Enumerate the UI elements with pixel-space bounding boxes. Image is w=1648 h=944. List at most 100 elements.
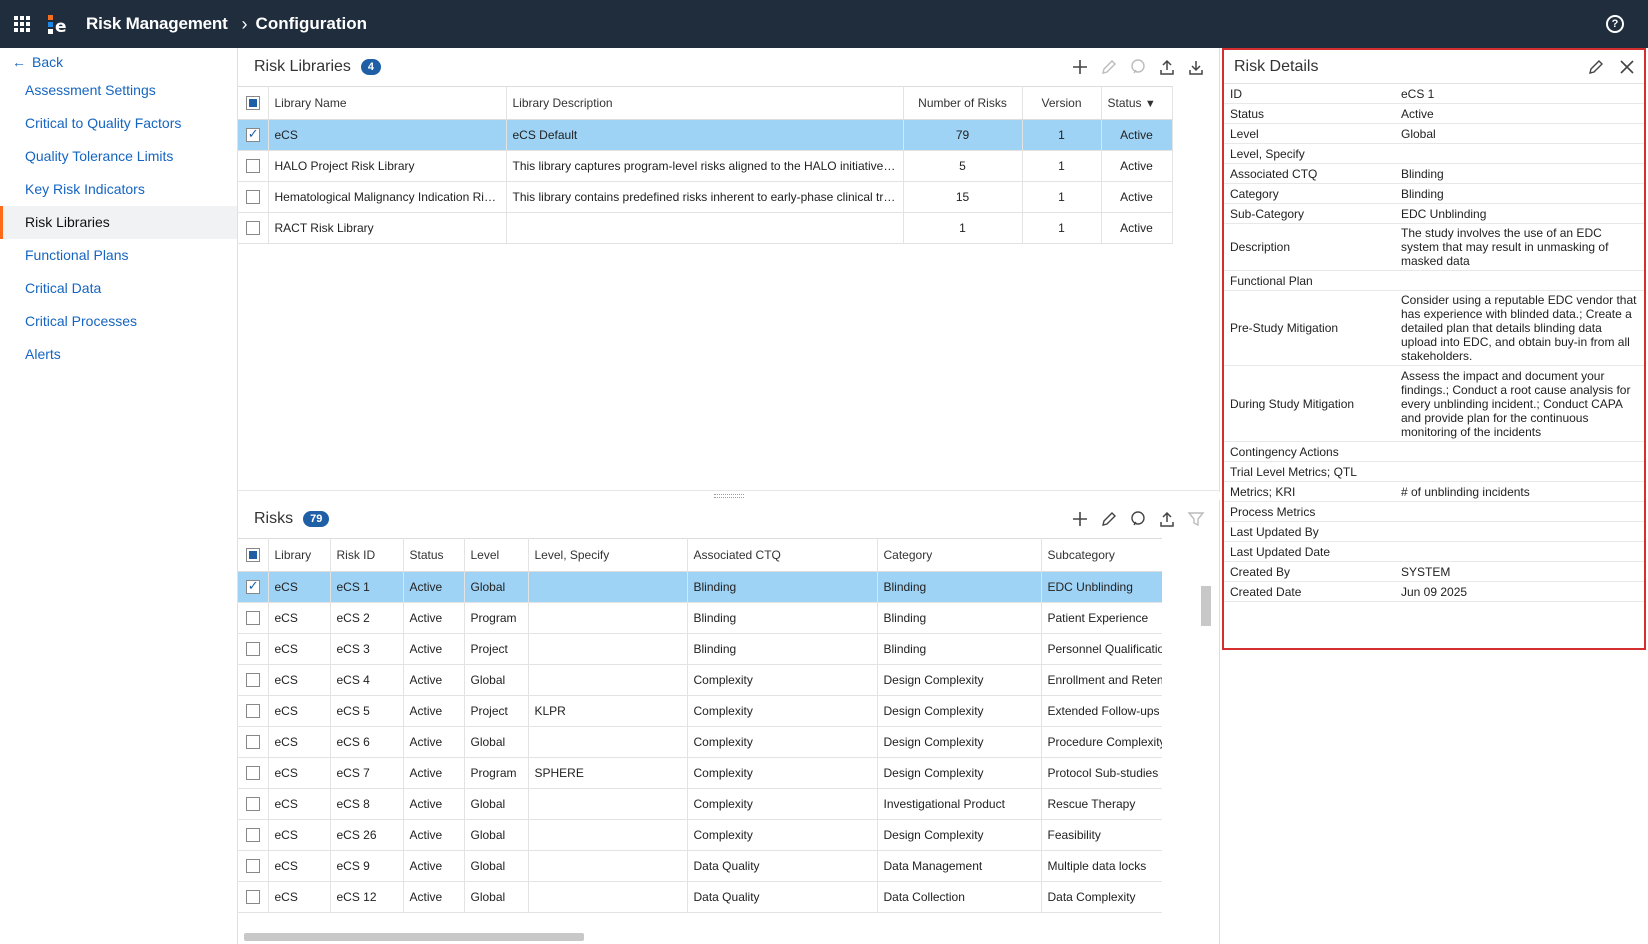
table-row[interactable]: eCS eCS 2 Active Program Blinding Blinding Pat… bbox=[238, 602, 1162, 634]
cell-level: Global bbox=[464, 819, 529, 851]
sidebar-item-assessment-settings[interactable]: Assessment Settings bbox=[0, 74, 237, 107]
select-all-checkbox[interactable] bbox=[238, 86, 269, 120]
cell-library: eCS bbox=[268, 695, 331, 727]
app-title[interactable]: Risk Management bbox=[86, 14, 228, 34]
row-checkbox[interactable] bbox=[238, 633, 269, 665]
cell-library-name: RACT Risk Library bbox=[268, 212, 507, 244]
table-row[interactable]: eCS eCS 4 Active Global Complexity Design Com… bbox=[238, 664, 1162, 696]
vertical-scrollbar[interactable] bbox=[1201, 586, 1211, 626]
row-checkbox[interactable] bbox=[238, 757, 269, 789]
review-icon[interactable] bbox=[1128, 510, 1147, 529]
add-icon[interactable] bbox=[1070, 58, 1089, 77]
detail-value: The study involves the use of an EDC sys… bbox=[1401, 226, 1609, 268]
review-icon[interactable] bbox=[1128, 58, 1147, 77]
col-status[interactable]: Status bbox=[403, 538, 465, 572]
table-row[interactable]: eCS eCS 26 Active Global Complexity Design Co… bbox=[238, 819, 1162, 851]
add-icon[interactable] bbox=[1070, 510, 1089, 529]
row-checkbox[interactable] bbox=[238, 788, 269, 820]
horizontal-scrollbar[interactable] bbox=[244, 933, 584, 941]
detail-value: Active bbox=[1401, 106, 1434, 121]
col-associated-ctq[interactable]: Associated CTQ bbox=[687, 538, 878, 572]
detail-row: Created By SYSTEM bbox=[1224, 562, 1644, 582]
filter-clear-icon[interactable] bbox=[1186, 510, 1205, 529]
table-row[interactable]: Hematological Malignancy Indication Risk… bbox=[238, 181, 1173, 213]
row-checkbox[interactable] bbox=[238, 664, 269, 696]
cell-category: Blinding bbox=[877, 571, 1042, 603]
table-row[interactable]: eCS eCS 8 Active Global Complexity Investigat… bbox=[238, 788, 1162, 820]
table-row[interactable]: eCS eCS 12 Active Global Data Quality Data Co… bbox=[238, 881, 1162, 913]
row-checkbox[interactable] bbox=[238, 150, 269, 182]
cell-library-description: This library captures program-level risk… bbox=[506, 150, 904, 182]
col-level[interactable]: Level bbox=[464, 538, 529, 572]
col-risk-id[interactable]: Risk ID bbox=[330, 538, 404, 572]
row-checkbox[interactable] bbox=[238, 726, 269, 758]
row-checkbox[interactable] bbox=[238, 181, 269, 213]
detail-label: Contingency Actions bbox=[1230, 444, 1339, 459]
cell-associated-ctq: Blinding bbox=[687, 633, 878, 665]
sidebar-item-qtl[interactable]: Quality Tolerance Limits bbox=[0, 140, 237, 173]
col-subcategory[interactable]: Subcategory bbox=[1041, 538, 1162, 572]
col-status[interactable]: Status ▼ bbox=[1101, 86, 1173, 120]
back-link[interactable]: ← Back bbox=[0, 50, 237, 74]
table-row[interactable]: eCS eCS 9 Active Global Data Quality Data Man… bbox=[238, 850, 1162, 882]
top-bar: e Risk Management › Configuration ? bbox=[0, 0, 1648, 48]
download-icon[interactable] bbox=[1186, 58, 1205, 77]
col-number-of-risks[interactable]: Number of Risks bbox=[903, 86, 1023, 120]
table-row[interactable]: RACT Risk Library 1 1 Active bbox=[238, 212, 1173, 244]
filter-icon[interactable]: ▼ bbox=[1145, 98, 1156, 110]
cell-subcategory: Rescue Therapy bbox=[1041, 788, 1162, 820]
sidebar-item-alerts[interactable]: Alerts bbox=[0, 338, 237, 371]
detail-row: ID eCS 1 bbox=[1224, 84, 1644, 104]
row-checkbox[interactable] bbox=[238, 212, 269, 244]
row-checkbox[interactable] bbox=[238, 881, 269, 913]
edit-icon[interactable] bbox=[1099, 58, 1118, 77]
cell-library: eCS bbox=[268, 850, 331, 882]
upload-icon[interactable] bbox=[1157, 510, 1176, 529]
sidebar-item-critical-processes[interactable]: Critical Processes bbox=[0, 305, 237, 338]
help-icon[interactable]: ? bbox=[1606, 15, 1624, 33]
cell-library-description: eCS Default bbox=[506, 119, 904, 151]
row-checkbox[interactable] bbox=[238, 602, 269, 634]
col-category[interactable]: Category bbox=[877, 538, 1042, 572]
sidebar-item-functional-plans[interactable]: Functional Plans bbox=[0, 239, 237, 272]
cell-level-specify bbox=[528, 571, 688, 603]
row-checkbox[interactable] bbox=[238, 119, 269, 151]
col-library[interactable]: Library bbox=[268, 538, 331, 572]
table-row[interactable]: eCS eCS Default 79 1 Active bbox=[238, 119, 1173, 151]
panel-splitter[interactable] bbox=[238, 490, 1220, 500]
table-row[interactable]: eCS eCS 3 Active Project Blinding Blinding Per… bbox=[238, 633, 1162, 665]
cell-number-of-risks: 1 bbox=[903, 212, 1023, 244]
cell-version: 1 bbox=[1022, 150, 1102, 182]
col-library-description[interactable]: Library Description bbox=[506, 86, 904, 120]
sidebar-item-risk-libraries[interactable]: Risk Libraries bbox=[0, 206, 237, 239]
col-level-specify[interactable]: Level, Specify bbox=[528, 538, 688, 572]
edit-icon[interactable] bbox=[1099, 510, 1118, 529]
select-all-checkbox[interactable] bbox=[238, 538, 269, 572]
cell-associated-ctq: Data Quality bbox=[687, 850, 878, 882]
cell-library: eCS bbox=[268, 664, 331, 696]
table-row[interactable]: eCS eCS 7 Active Program SPHERE Complexity Des… bbox=[238, 757, 1162, 789]
table-row[interactable]: eCS eCS 5 Active Project KLPR Complexity Desig… bbox=[238, 695, 1162, 727]
cell-subcategory: Data Complexity bbox=[1041, 881, 1162, 913]
sidebar-item-critical-data[interactable]: Critical Data bbox=[0, 272, 237, 305]
app-grid-icon[interactable] bbox=[14, 16, 30, 32]
table-row[interactable]: HALO Project Risk Library This library c… bbox=[238, 150, 1173, 182]
row-checkbox[interactable] bbox=[238, 571, 269, 603]
detail-value: Jun 09 2025 bbox=[1401, 584, 1468, 599]
cell-status: Active bbox=[1101, 181, 1173, 213]
table-row[interactable]: eCS eCS 6 Active Global Complexity Design Com… bbox=[238, 726, 1162, 758]
col-library-name[interactable]: Library Name bbox=[268, 86, 507, 120]
cell-associated-ctq: Complexity bbox=[687, 757, 878, 789]
row-checkbox[interactable] bbox=[238, 819, 269, 851]
sidebar-item-ctq-factors[interactable]: Critical to Quality Factors bbox=[0, 107, 237, 140]
close-icon[interactable] bbox=[1617, 57, 1636, 76]
cell-risk-id: eCS 7 bbox=[330, 757, 404, 789]
sidebar-item-kri[interactable]: Key Risk Indicators bbox=[0, 173, 237, 206]
row-checkbox[interactable] bbox=[238, 850, 269, 882]
cell-subcategory: EDC Unblinding bbox=[1041, 571, 1162, 603]
col-version[interactable]: Version bbox=[1022, 86, 1102, 120]
table-row[interactable]: eCSeCS 1ActiveGlobalBlindingBlindingEDC … bbox=[238, 571, 1162, 603]
row-checkbox[interactable] bbox=[238, 695, 269, 727]
edit-icon[interactable] bbox=[1586, 57, 1605, 76]
upload-icon[interactable] bbox=[1157, 58, 1176, 77]
